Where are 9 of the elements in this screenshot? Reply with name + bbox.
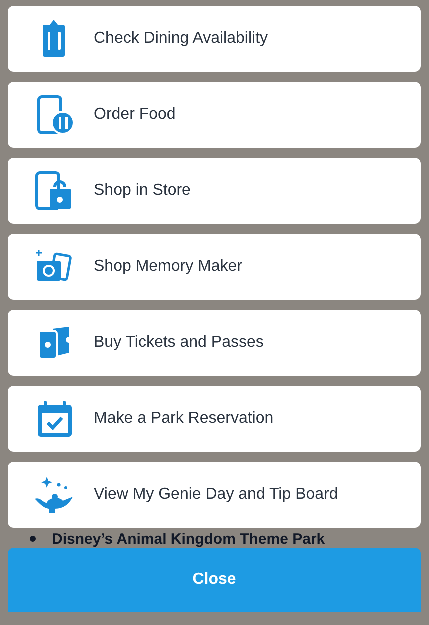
menu-item[interactable]: Make a Park Reservation (8, 386, 421, 452)
menu-item[interactable]: Shop in Store (8, 158, 421, 224)
background-text: Disney’s Animal Kingdom Theme Park (52, 532, 326, 546)
bullet-icon (30, 536, 36, 542)
menu-item[interactable]: Shop Memory Maker (8, 234, 421, 300)
menu-item[interactable]: Buy Tickets and Passes (8, 310, 421, 376)
menu-item[interactable]: Check Dining Availability (8, 6, 421, 72)
menu-item[interactable]: View My Genie Day and Tip Board (8, 462, 421, 528)
menu-item[interactable]: Order Food (8, 82, 421, 148)
